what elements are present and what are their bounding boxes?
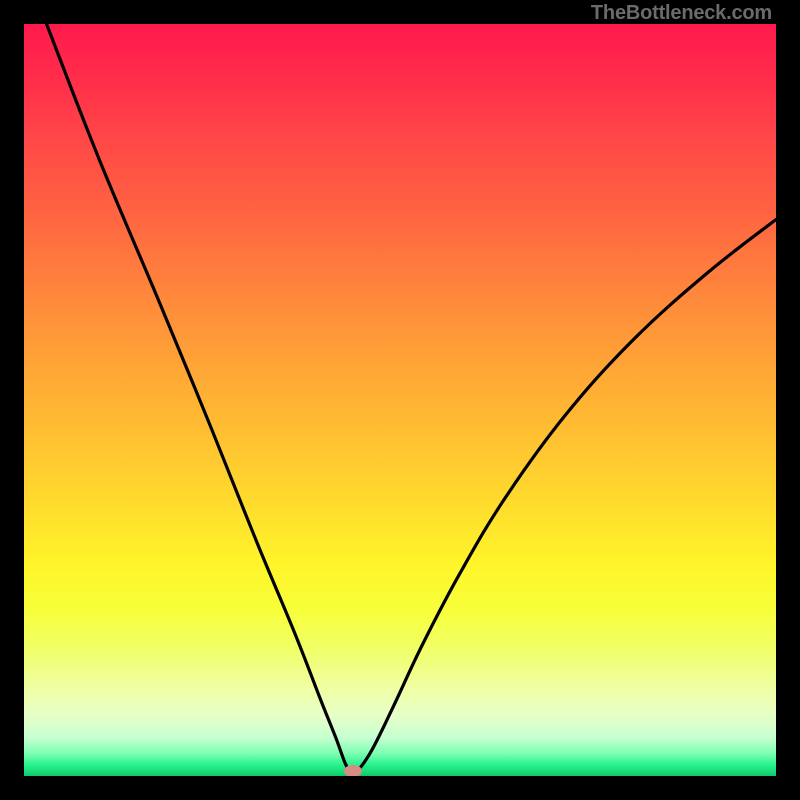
bottleneck-curve	[24, 24, 776, 776]
plot-area	[24, 24, 776, 776]
chart-frame: TheBottleneck.com	[0, 0, 800, 800]
watermark-text: TheBottleneck.com	[591, 2, 772, 25]
min-marker	[344, 765, 362, 776]
